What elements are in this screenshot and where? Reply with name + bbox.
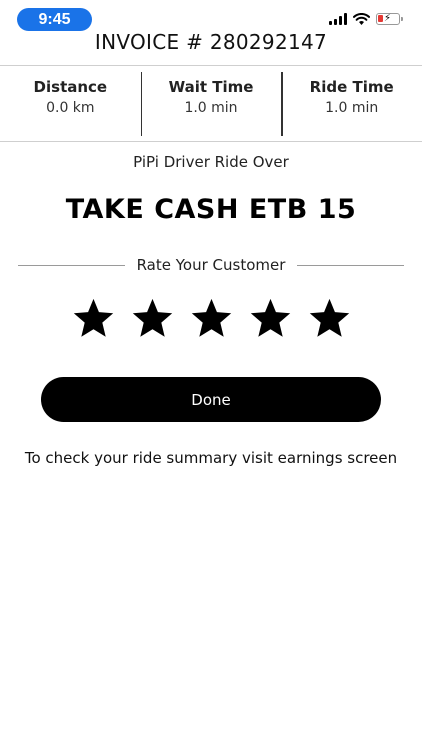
battery-low-charging-icon: ⚡ bbox=[376, 13, 403, 25]
divider-line bbox=[18, 264, 125, 266]
status-time: 9:45 bbox=[17, 8, 92, 31]
signal-icon bbox=[329, 13, 347, 25]
rate-customer-label: Rate Your Customer bbox=[136, 256, 286, 274]
stat-value: 0.0 km bbox=[46, 100, 95, 116]
star-icon[interactable] bbox=[189, 296, 234, 341]
status-icons: ⚡ bbox=[329, 13, 403, 25]
done-button[interactable]: Done bbox=[41, 377, 381, 422]
stat-label: Distance bbox=[33, 78, 108, 96]
stat-ride-time: Ride Time 1.0 min bbox=[281, 66, 422, 141]
ride-status-text: PiPi Driver Ride Over bbox=[133, 153, 289, 171]
stat-label: Wait Time bbox=[168, 78, 254, 96]
wifi-icon bbox=[353, 13, 370, 25]
star-rating bbox=[0, 296, 422, 341]
rate-customer-header: Rate Your Customer bbox=[18, 254, 405, 276]
stat-value: 1.0 min bbox=[184, 100, 238, 116]
star-icon[interactable] bbox=[307, 296, 352, 341]
stat-label: Ride Time bbox=[309, 78, 394, 96]
stat-divider bbox=[281, 72, 283, 136]
cash-amount-heading: TAKE CASH ETB 15 bbox=[65, 194, 357, 225]
divider-line bbox=[297, 264, 405, 266]
stat-wait-time: Wait Time 1.0 min bbox=[140, 66, 282, 141]
stat-distance: Distance 0.0 km bbox=[0, 66, 141, 141]
stat-divider bbox=[140, 72, 143, 136]
star-icon[interactable] bbox=[248, 296, 293, 341]
earnings-hint: To check your ride summary visit earning… bbox=[24, 449, 398, 467]
stat-value: 1.0 min bbox=[325, 100, 379, 116]
ride-stats: Distance 0.0 km Wait Time 1.0 min Ride T… bbox=[0, 65, 422, 142]
invoice-title: INVOICE # 280292147 bbox=[94, 30, 328, 54]
star-icon[interactable] bbox=[130, 296, 175, 341]
star-icon[interactable] bbox=[71, 296, 116, 341]
ride-complete-screen: 9:45 ⚡ INVOICE # 280292147 Distance 0.0 … bbox=[0, 0, 422, 750]
